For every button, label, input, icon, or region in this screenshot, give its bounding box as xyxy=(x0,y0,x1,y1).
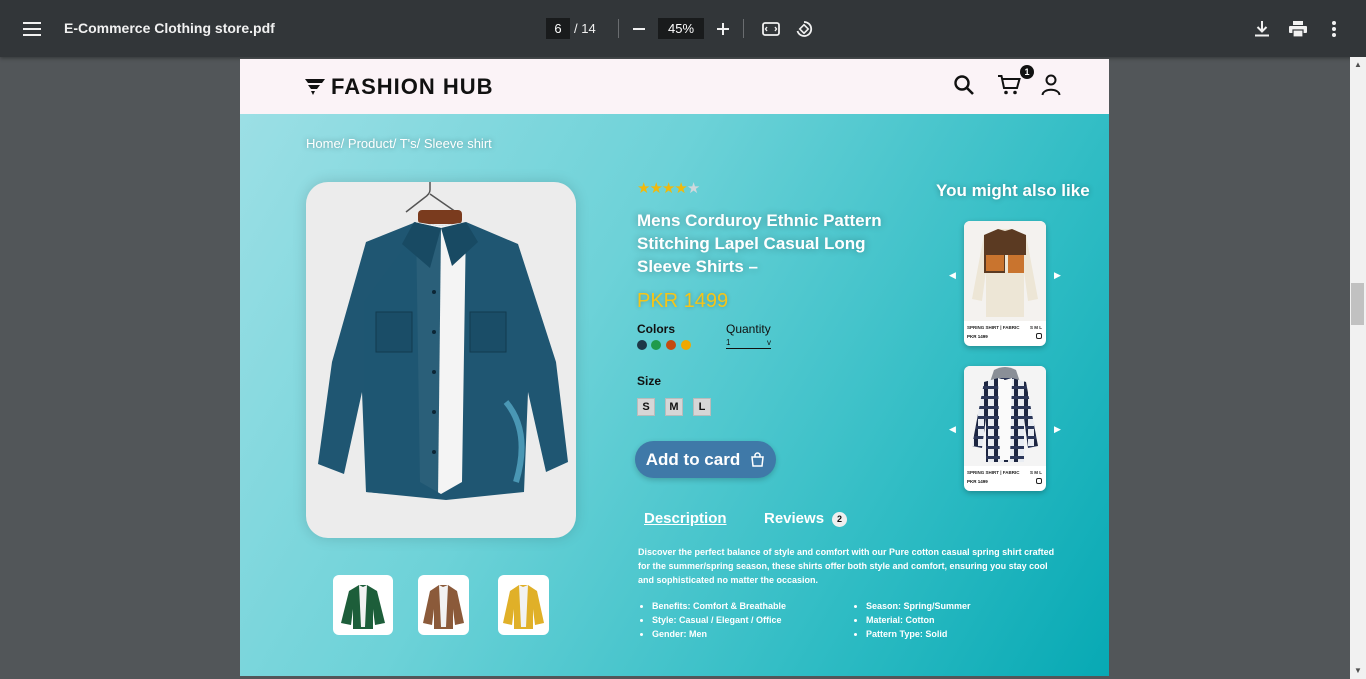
pdf-toolbar: E-Commerce Clothing store.pdf 6 / 14 45% xyxy=(0,0,1366,57)
site-header: FASHION HUB 1 xyxy=(240,59,1109,114)
thumbnail-green-shirt[interactable] xyxy=(333,575,393,635)
cart-count-badge: 1 xyxy=(1020,65,1034,79)
cart-icon[interactable] xyxy=(1036,333,1042,339)
add-to-cart-label: Add to card xyxy=(645,449,741,469)
related-product-sizes: S M L xyxy=(1030,325,1042,330)
product-image xyxy=(306,182,576,538)
download-icon[interactable] xyxy=(1252,18,1272,39)
colors-label: Colors xyxy=(637,322,676,336)
size-option-s[interactable]: S xyxy=(637,398,655,416)
more-options-icon[interactable] xyxy=(1324,18,1344,39)
page-number-input[interactable]: 6 xyxy=(546,18,570,39)
size-option-l[interactable]: L xyxy=(693,398,711,416)
related-product-card[interactable]: SPRING SHIRT | FABRIC S M L PKR 1499 xyxy=(964,221,1046,346)
features-list-right: Season: Spring/Summer Material: Cotton P… xyxy=(852,599,971,641)
print-icon[interactable] xyxy=(1287,18,1309,39)
quantity-label: Quantity xyxy=(726,322,771,336)
feature-item: Season: Spring/Summer xyxy=(866,599,971,613)
carousel-prev-icon[interactable]: ◀ xyxy=(949,270,956,281)
feature-item: Pattern Type: Solid xyxy=(866,627,971,641)
toolbar-divider xyxy=(618,19,619,38)
related-product-card[interactable]: SPRING SHIRT | FABRIC S M L PKR 1499 xyxy=(964,366,1046,491)
star-icon: ★ xyxy=(686,180,700,197)
reviews-count-badge: 2 xyxy=(832,512,847,527)
features-list-left: Benefits: Comfort & Breathable Style: Ca… xyxy=(638,599,786,641)
star-icon: ★ xyxy=(661,180,675,197)
cart-icon[interactable] xyxy=(997,74,1021,101)
related-product-price: PKR 1499 xyxy=(967,334,988,339)
shopping-bag-icon xyxy=(751,452,765,467)
color-option[interactable] xyxy=(637,340,647,350)
rating-stars: ★★★★★ xyxy=(637,179,700,197)
page-total: / 14 xyxy=(574,21,596,36)
related-heading: You might also like xyxy=(936,181,1090,200)
scroll-up-icon[interactable]: ▲ xyxy=(1354,60,1362,69)
scrollbar-thumb[interactable] xyxy=(1351,283,1364,325)
cart-icon[interactable] xyxy=(1036,478,1042,484)
menu-icon[interactable] xyxy=(20,18,44,40)
carousel-next-icon[interactable]: ▶ xyxy=(1054,424,1061,435)
fit-page-icon[interactable] xyxy=(760,18,782,39)
star-icon: ★ xyxy=(649,180,662,197)
color-option[interactable] xyxy=(666,340,676,350)
chevron-down-icon: v xyxy=(767,338,771,347)
product-price: PKR 1499 xyxy=(637,290,729,312)
carousel-next-icon[interactable]: ▶ xyxy=(1054,270,1061,281)
brand-name: FASHION HUB xyxy=(331,74,494,99)
related-product-image xyxy=(964,221,1046,321)
add-to-cart-button[interactable]: Add to card xyxy=(635,441,776,478)
brand-logo[interactable]: FASHION HUB xyxy=(305,74,494,100)
related-product-name: SPRING SHIRT | FABRIC xyxy=(967,470,1020,475)
rotate-icon[interactable] xyxy=(793,18,815,39)
vertical-scrollbar[interactable] xyxy=(1350,57,1366,679)
product-description: Discover the perfect balance of style an… xyxy=(638,547,1055,585)
related-product-image xyxy=(964,366,1046,466)
zoom-out-icon[interactable] xyxy=(629,18,649,39)
scroll-down-icon[interactable]: ▼ xyxy=(1354,666,1362,675)
toolbar-divider xyxy=(743,19,744,38)
feature-item: Benefits: Comfort & Breathable xyxy=(652,599,786,613)
tab-reviews[interactable]: Reviews xyxy=(764,510,824,527)
quantity-value: 1 xyxy=(726,338,731,347)
user-icon[interactable] xyxy=(1041,74,1061,101)
pdf-page: FASHION HUB 1 Home/ Product/ T's/ Sleeve… xyxy=(240,59,1109,676)
size-label: Size xyxy=(637,374,662,388)
zoom-input[interactable]: 45% xyxy=(658,18,704,39)
zoom-in-icon[interactable] xyxy=(713,18,733,39)
related-product-price: PKR 1499 xyxy=(967,479,988,484)
related-product-name: SPRING SHIRT | FABRIC xyxy=(967,325,1020,330)
color-option[interactable] xyxy=(681,340,691,350)
feature-item: Material: Cotton xyxy=(866,613,971,627)
feature-item: Style: Casual / Elegant / Office xyxy=(652,613,786,627)
quantity-select[interactable]: 1 v xyxy=(726,338,771,349)
thumbnail-yellow-shirt[interactable] xyxy=(498,575,549,635)
carousel-prev-icon[interactable]: ◀ xyxy=(949,424,956,435)
product-title: Mens Corduroy Ethnic Pattern Stitching L… xyxy=(637,211,882,276)
size-option-m[interactable]: M xyxy=(665,398,683,416)
star-icon: ★ xyxy=(674,180,687,197)
star-icon: ★ xyxy=(637,180,650,197)
breadcrumb[interactable]: Home/ Product/ T's/ Sleeve shirt xyxy=(306,136,492,151)
brand-mark-icon xyxy=(305,79,325,95)
thumbnail-brown-shirt[interactable] xyxy=(418,575,469,635)
related-product-sizes: S M L xyxy=(1030,470,1042,475)
search-icon[interactable] xyxy=(953,74,975,101)
feature-item: Gender: Men xyxy=(652,627,786,641)
document-title: E-Commerce Clothing store.pdf xyxy=(64,20,275,36)
color-option[interactable] xyxy=(651,340,661,350)
tab-description[interactable]: Description xyxy=(644,510,727,527)
